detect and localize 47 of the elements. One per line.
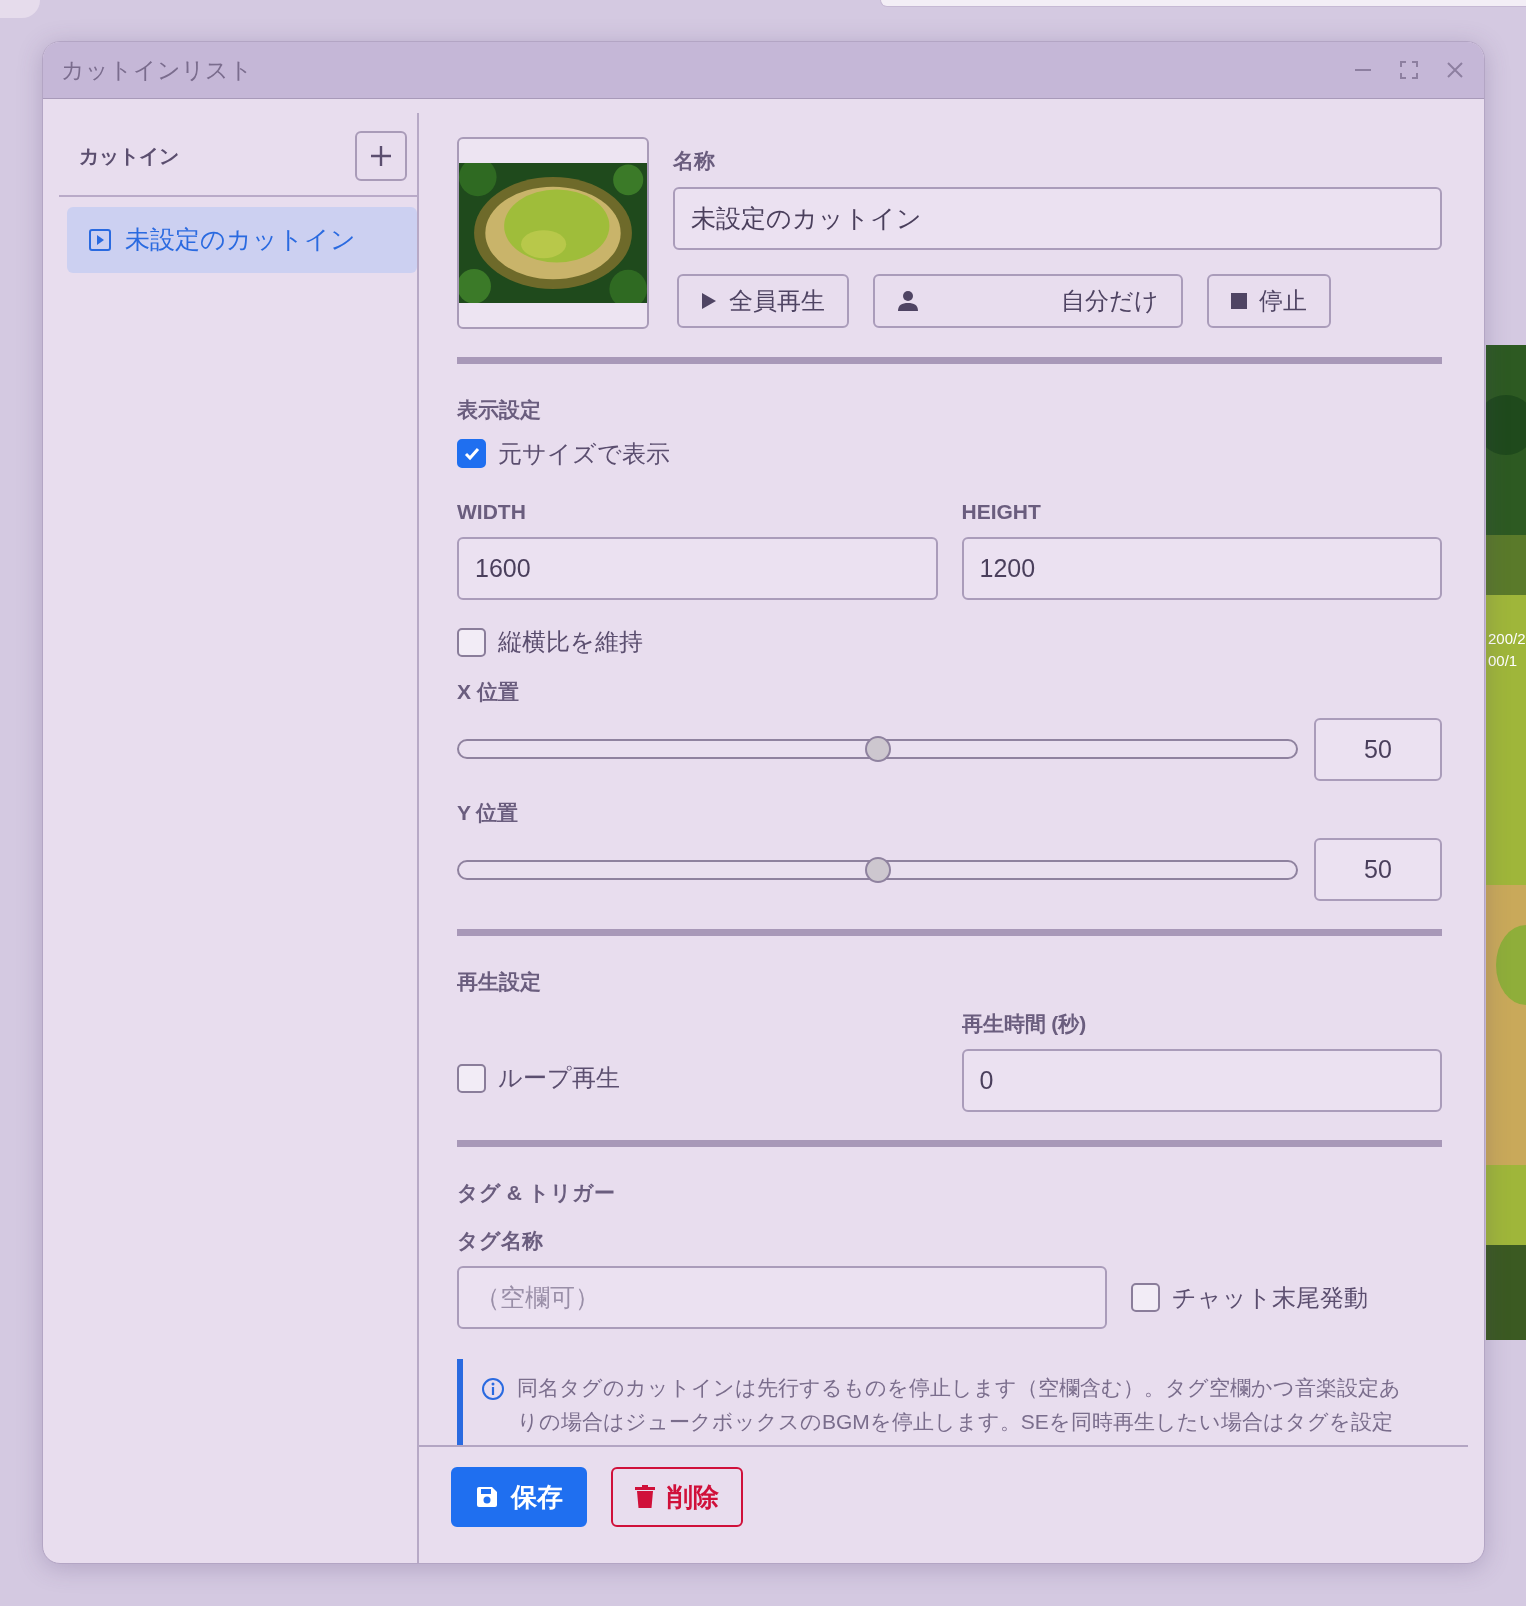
checkbox-label: 元サイズで表示 [498, 438, 670, 469]
section-heading: 表示設定 [457, 397, 542, 423]
save-button[interactable]: 保存 [451, 1467, 587, 1527]
slider-thumb[interactable] [864, 736, 891, 762]
tag-field[interactable]: （空欄可） [457, 1266, 1107, 1329]
sidebar-title: カットイン [79, 144, 179, 169]
window-title: カットインリスト [61, 55, 253, 85]
field-label: WIDTH [457, 498, 527, 525]
width-field[interactable]: 1600 [457, 537, 938, 600]
person-icon [897, 289, 919, 312]
delete-button[interactable]: 削除 [611, 1467, 743, 1527]
name-field[interactable]: 未設定のカットイン [673, 186, 1442, 250]
map-label: 00/1 [1488, 651, 1518, 671]
duration-field[interactable]: 0 [961, 1049, 1442, 1112]
checkbox[interactable] [1131, 1283, 1160, 1312]
save-icon [475, 1485, 499, 1509]
checkbox-label: チャット末尾発動 [1172, 1282, 1368, 1313]
checkbox-label: ループ再生 [498, 1063, 620, 1093]
checkbox-label: 縦横比を維持 [498, 627, 643, 657]
play-icon [701, 291, 717, 310]
stop-button[interactable]: 停止 [1207, 273, 1331, 328]
number-field[interactable]: 50 [1314, 717, 1442, 781]
field-label: X 位置 [457, 679, 520, 705]
checkbox[interactable] [457, 439, 486, 468]
map-label: 200/2 [1488, 629, 1526, 649]
field-label: 再生時間 (秒) [961, 1010, 1088, 1037]
height-field[interactable]: 1200 [961, 537, 1442, 600]
section-heading: 再生設定 [457, 969, 542, 995]
plus-icon [369, 144, 393, 168]
checkbox[interactable] [457, 1063, 486, 1093]
info-text: 同名タグのカットインは先行するものを停止します（空欄含む）。タグ空欄かつ音楽設定ありの場合はジュークボックスのBGMを停止します。SEを同時再生したい場合はタグを設定 [517, 1375, 1402, 1435]
fullscreen-icon[interactable] [1398, 59, 1420, 81]
play-self-button[interactable]: 自分だけ [873, 273, 1183, 328]
info-icon [481, 1377, 505, 1401]
field-label: 名称 [673, 148, 716, 174]
trash-icon [635, 1485, 655, 1509]
checkbox[interactable] [457, 627, 486, 657]
number-field[interactable]: 50 [1314, 838, 1442, 901]
slider-thumb[interactable] [864, 856, 891, 883]
field-label: HEIGHT [961, 498, 1042, 525]
play-icon [89, 228, 111, 251]
field-label: タグ名称 [457, 1227, 544, 1254]
stop-icon [1231, 292, 1247, 309]
play-all-button[interactable]: 全員再生 [677, 273, 849, 328]
field-label: Y 位置 [457, 799, 520, 826]
section-heading: タグ & トリガー [457, 1180, 616, 1206]
add-button[interactable] [355, 131, 407, 181]
